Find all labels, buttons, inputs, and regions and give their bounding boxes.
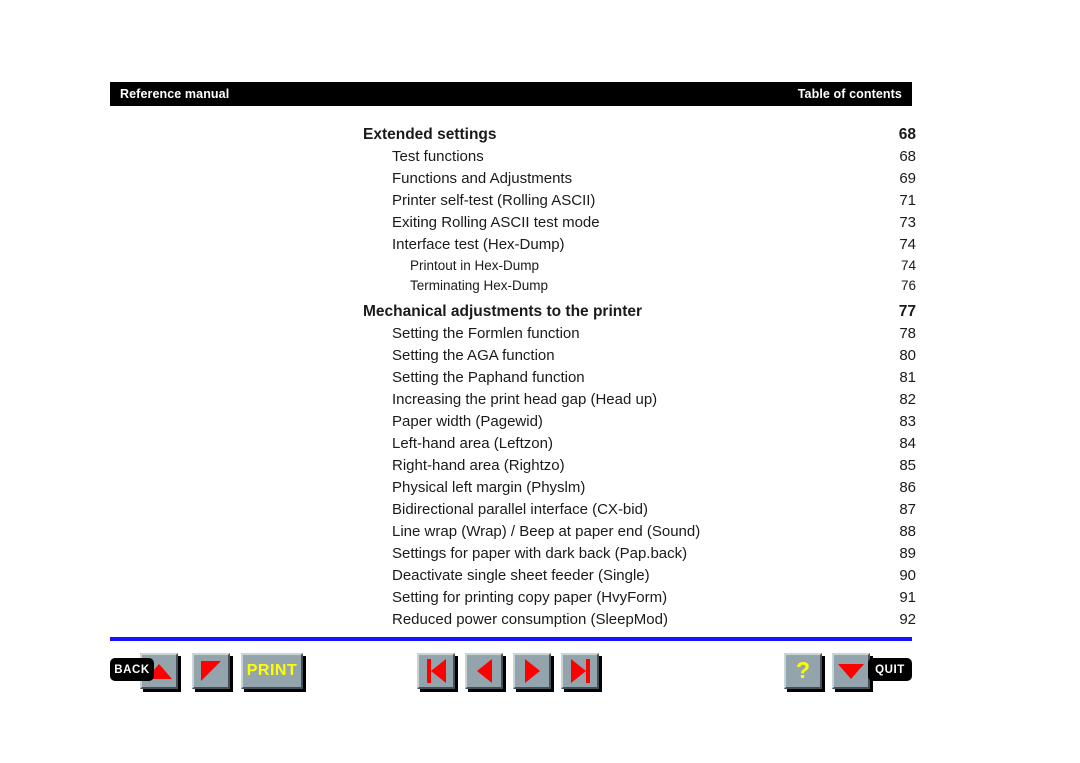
toc-entry-row[interactable]: Reduced power consumption (SleepMod) 92 [363,611,916,633]
toc-entry-page-number: 90 [899,567,916,584]
toc-entry-row[interactable]: Physical left margin (Physlm) 86 [363,479,916,501]
toc-entry-row[interactable]: Left-hand area (Leftzon) 84 [363,435,916,457]
triangle-down-icon [838,663,864,679]
toc-entry-page-number: 84 [899,435,916,452]
toc-entry-label: Right-hand area (Rightzo) [392,457,565,474]
toc-entry-label: Bidirectional parallel interface (CX-bid… [392,501,648,518]
navigation-toolbar: BACK PRINT ? QUIT [0,650,1080,695]
toc-entry-row[interactable]: Bidirectional parallel interface (CX-bid… [363,501,916,523]
toc-entry-page-number: 91 [899,589,916,606]
toc-entry-page-number: 82 [899,391,916,408]
triangle-left-icon [476,659,492,683]
toc-entry-row[interactable]: Line wrap (Wrap) / Beep at paper end (So… [363,523,916,545]
triangle-right-icon [524,659,540,683]
toc-entry-page-number: 78 [899,325,916,342]
toc-entry-page-number: 81 [899,369,916,386]
header-section-title: Table of contents [797,87,902,101]
help-button[interactable]: ? [784,653,822,689]
toc-entry-row[interactable]: Increasing the print head gap (Head up) 8… [363,391,916,413]
toc-entry-row[interactable]: Right-hand area (Rightzo) 85 [363,457,916,479]
question-mark-icon: ? [795,656,811,683]
toc-entry-label: Settings for paper with dark back (Pap.b… [392,545,688,562]
toc-entry-page-number: 77 [898,303,916,320]
toc-entry-label: Physical left margin (Physlm) [392,479,586,496]
skip-start-icon [426,659,446,683]
quit-button[interactable] [832,653,870,689]
toolbar-divider [110,637,912,641]
toc-entry-label: Increasing the print head gap (Head up) [392,391,658,408]
toc-entry-page-number: 80 [899,347,916,364]
toc-entry-row[interactable]: Setting for printing copy paper (HvyForm… [363,589,916,611]
toc-entry-row[interactable]: Deactivate single sheet feeder (Single) 9… [363,567,916,589]
toc-entry-label: Interface test (Hex-Dump) [392,236,565,253]
toc-entry-row[interactable]: Printer self-test (Rolling ASCII) 71 [363,192,916,214]
toc-entry-page-number: 85 [899,457,916,474]
last-page-button[interactable] [561,653,599,689]
toc-entry-label: Setting the AGA function [392,347,555,364]
toc-entry-label: Test functions [392,148,484,165]
toc-entry-page-number: 76 [900,278,916,293]
toc-entry-label: Setting the Paphand function [392,369,585,386]
toc-entry-row[interactable]: Paper width (Pagewid) 83 [363,413,916,435]
table-of-contents: Extended settings 68 Test functions 68 Funct… [363,126,916,633]
toc-entry-page-number: 68 [898,126,916,143]
toc-entry-page-number: 83 [899,413,916,430]
toc-entry-row[interactable]: Interface test (Hex-Dump) 74 [363,236,916,258]
toc-entry-row[interactable]: Functions and Adjustments 69 [363,170,916,192]
toc-entry-page-number: 88 [899,523,916,540]
toc-entry-page-number: 87 [899,501,916,518]
toc-entry-label: Mechanical adjustments to the printer [363,303,643,320]
toc-entry-page-number: 71 [899,192,916,209]
header-document-title: Reference manual [120,87,230,101]
toc-entry-row[interactable]: Printout in Hex-Dump 74 [363,258,916,278]
toc-entry-label: Printout in Hex-Dump [410,258,540,273]
toc-entry-page-number: 68 [899,148,916,165]
toc-entry-row[interactable]: Setting the Paphand function 81 [363,369,916,391]
toc-entry-row[interactable]: Exiting Rolling ASCII test mode 73 [363,214,916,236]
toc-entry-row[interactable]: Setting the Formlen function 78 [363,325,916,347]
toc-entry-page-number: 89 [899,545,916,562]
toc-entry-page-number: 92 [899,611,916,628]
toc-entry-label: Reduced power consumption (SleepMod) [392,611,668,628]
toc-entry-page-number: 74 [900,258,916,273]
toc-heading-row[interactable]: Extended settings 68 [363,126,916,148]
print-button-label: PRINT [246,662,298,679]
triangle-corner-icon [201,661,221,681]
quit-tag[interactable]: QUIT [868,658,912,681]
toc-entry-label: Setting the Formlen function [392,325,580,342]
next-page-button[interactable] [513,653,551,689]
toc-entry-label: Printer self-test (Rolling ASCII) [392,192,596,209]
toc-entry-page-number: 73 [899,214,916,231]
toc-entry-row[interactable]: Setting the AGA function 80 [363,347,916,369]
toc-entry-label: Exiting Rolling ASCII test mode [392,214,600,231]
toc-entry-page-number: 69 [899,170,916,187]
toc-entry-row[interactable]: Settings for paper with dark back (Pap.b… [363,545,916,567]
toc-heading-row[interactable]: Mechanical adjustments to the printer 77 [363,303,916,325]
toc-entry-page-number: 74 [899,236,916,253]
toc-entry-label: Functions and Adjustments [392,170,573,187]
toc-entry-label: Extended settings [363,126,497,143]
toc-entry-page-number: 86 [899,479,916,496]
document-page: Reference manual Table of contents Exten… [0,0,1080,763]
skip-end-icon [570,659,590,683]
toc-entry-label: Terminating Hex-Dump [410,278,549,293]
toc-entry-label: Left-hand area (Leftzon) [392,435,553,452]
toc-entry-row[interactable]: Terminating Hex-Dump 76 [363,278,916,298]
first-page-button[interactable] [417,653,455,689]
page-header-bar: Reference manual Table of contents [110,82,912,106]
print-button[interactable]: PRINT [241,653,303,689]
toc-entry-row[interactable]: Test functions 68 [363,148,916,170]
toc-entry-label: Line wrap (Wrap) / Beep at paper end (So… [392,523,701,540]
toc-entry-label: Deactivate single sheet feeder (Single) [392,567,650,584]
toc-entry-label: Paper width (Pagewid) [392,413,543,430]
previous-page-button[interactable] [465,653,503,689]
scroll-down-button[interactable] [192,653,230,689]
toc-entry-label: Setting for printing copy paper (HvyForm… [392,589,668,606]
back-tag[interactable]: BACK [110,658,154,681]
